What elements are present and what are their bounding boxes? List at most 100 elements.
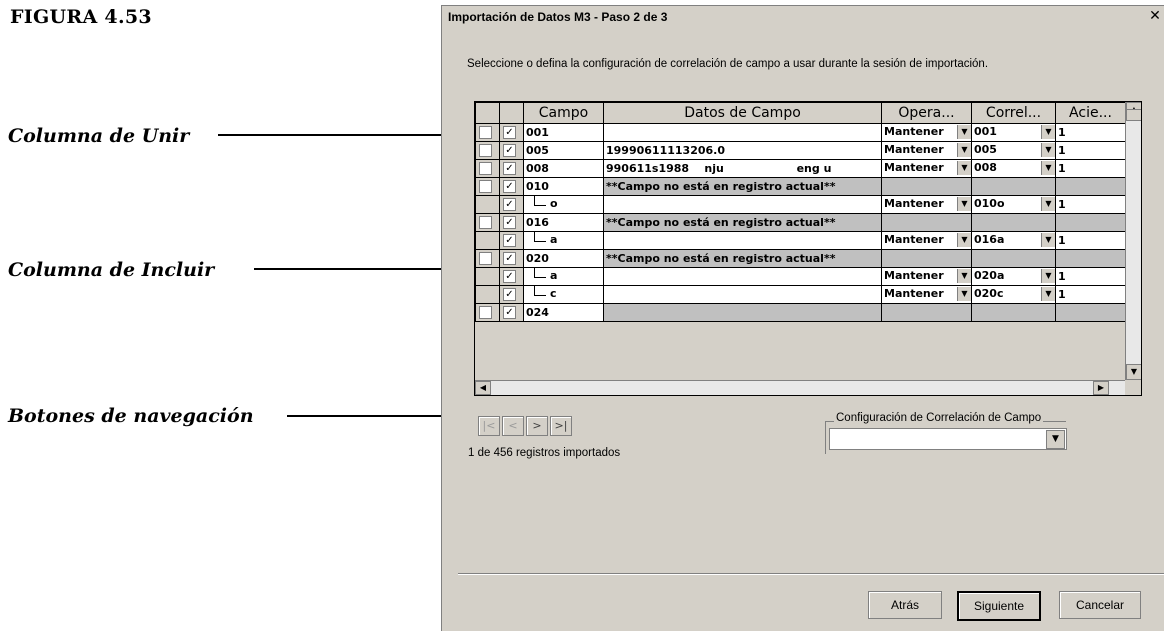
- campo-cell[interactable]: 024: [523, 303, 604, 322]
- campo-cell[interactable]: 001: [523, 123, 604, 142]
- header-incluir[interactable]: [499, 102, 524, 124]
- horizontal-scrollbar[interactable]: ◀ ▶: [475, 380, 1125, 395]
- header-datos[interactable]: Datos de Campo: [603, 102, 882, 124]
- campo-cell[interactable]: o: [523, 195, 604, 214]
- correlacion-cell[interactable]: [971, 249, 1056, 268]
- chevron-down-icon[interactable]: ▼: [957, 161, 971, 175]
- chevron-down-icon[interactable]: ▼: [1041, 269, 1055, 283]
- unir-checkbox[interactable]: [479, 216, 492, 230]
- incluir-checkbox[interactable]: ✓: [503, 180, 516, 194]
- config-select[interactable]: ▼: [829, 428, 1067, 450]
- incluir-checkbox[interactable]: ✓: [503, 126, 516, 140]
- acierto-cell[interactable]: [1055, 177, 1126, 196]
- unir-checkbox[interactable]: [479, 162, 492, 176]
- vertical-scrollbar[interactable]: ▲ ▼: [1125, 102, 1141, 380]
- first-record-button[interactable]: |<: [478, 416, 500, 436]
- unir-checkbox[interactable]: [479, 306, 492, 320]
- unir-checkbox[interactable]: [479, 144, 492, 158]
- chevron-down-icon[interactable]: ▼: [1041, 143, 1055, 157]
- acierto-cell[interactable]: 1: [1055, 231, 1126, 250]
- datos-cell[interactable]: **Campo no está en registro actual**: [603, 213, 882, 232]
- chevron-down-icon[interactable]: ▼: [957, 269, 971, 283]
- chevron-down-icon[interactable]: ▼: [1041, 233, 1055, 247]
- operacion-cell[interactable]: [881, 177, 972, 196]
- datos-cell[interactable]: [603, 285, 882, 304]
- scroll-left-icon[interactable]: ◀: [475, 381, 491, 395]
- incluir-checkbox[interactable]: ✓: [503, 288, 516, 302]
- datos-cell[interactable]: **Campo no está en registro actual**: [603, 177, 882, 196]
- acierto-cell[interactable]: 1: [1055, 159, 1126, 178]
- next-record-button[interactable]: >: [526, 416, 548, 436]
- correlacion-cell[interactable]: 020a ▼: [971, 267, 1056, 286]
- operacion-cell[interactable]: Mantener ▼: [881, 231, 972, 250]
- acierto-cell[interactable]: [1055, 303, 1126, 322]
- incluir-checkbox[interactable]: ✓: [503, 216, 516, 230]
- chevron-down-icon[interactable]: ▼: [957, 197, 971, 211]
- datos-cell[interactable]: [603, 231, 882, 250]
- incluir-checkbox[interactable]: ✓: [503, 144, 516, 158]
- cancel-button[interactable]: Cancelar: [1059, 591, 1141, 619]
- operacion-cell[interactable]: Mantener ▼: [881, 195, 972, 214]
- datos-cell[interactable]: [603, 303, 882, 322]
- acierto-cell[interactable]: 1: [1055, 285, 1126, 304]
- datos-cell[interactable]: [603, 195, 882, 214]
- correlacion-cell[interactable]: [971, 303, 1056, 322]
- header-unir[interactable]: [475, 102, 500, 124]
- acierto-cell[interactable]: 1: [1055, 141, 1126, 160]
- campo-cell[interactable]: c: [523, 285, 604, 304]
- datos-cell[interactable]: [603, 267, 882, 286]
- chevron-down-icon[interactable]: ▼: [1041, 197, 1055, 211]
- correlacion-cell[interactable]: 016a ▼: [971, 231, 1056, 250]
- campo-cell[interactable]: 016: [523, 213, 604, 232]
- scroll-thumb[interactable]: [1126, 109, 1141, 121]
- operacion-cell[interactable]: Mantener ▼: [881, 141, 972, 160]
- scroll-right-icon[interactable]: ▶: [1093, 381, 1109, 395]
- operacion-cell[interactable]: Mantener ▼: [881, 285, 972, 304]
- acierto-cell[interactable]: [1055, 249, 1126, 268]
- header-campo[interactable]: Campo: [523, 102, 604, 124]
- incluir-checkbox[interactable]: ✓: [503, 270, 516, 284]
- campo-cell[interactable]: 010: [523, 177, 604, 196]
- operacion-cell[interactable]: [881, 213, 972, 232]
- incluir-checkbox[interactable]: ✓: [503, 162, 516, 176]
- chevron-down-icon[interactable]: ▼: [1041, 125, 1055, 139]
- chevron-down-icon[interactable]: ▼: [957, 233, 971, 247]
- acierto-cell[interactable]: 1: [1055, 195, 1126, 214]
- unir-checkbox[interactable]: [479, 180, 492, 194]
- header-acierto[interactable]: Acie...: [1055, 102, 1126, 124]
- campo-cell[interactable]: 008: [523, 159, 604, 178]
- acierto-cell[interactable]: [1055, 213, 1126, 232]
- chevron-down-icon[interactable]: ▼: [957, 125, 971, 139]
- scroll-down-icon[interactable]: ▼: [1126, 364, 1141, 380]
- incluir-checkbox[interactable]: ✓: [503, 198, 516, 212]
- unir-checkbox[interactable]: [479, 252, 492, 266]
- correlacion-cell[interactable]: 005 ▼: [971, 141, 1056, 160]
- last-record-button[interactable]: >|: [550, 416, 572, 436]
- chevron-down-icon[interactable]: ▼: [957, 287, 971, 301]
- correlacion-cell[interactable]: 010o ▼: [971, 195, 1056, 214]
- datos-cell[interactable]: **Campo no está en registro actual**: [603, 249, 882, 268]
- operacion-cell[interactable]: [881, 249, 972, 268]
- correlacion-cell[interactable]: 008 ▼: [971, 159, 1056, 178]
- chevron-down-icon[interactable]: ▼: [1041, 287, 1055, 301]
- prev-record-button[interactable]: <: [502, 416, 524, 436]
- next-button[interactable]: Siguiente: [957, 591, 1041, 621]
- acierto-cell[interactable]: 1: [1055, 123, 1126, 142]
- chevron-down-icon[interactable]: ▼: [1046, 430, 1065, 449]
- incluir-checkbox[interactable]: ✓: [503, 234, 516, 248]
- chevron-down-icon[interactable]: ▼: [1041, 161, 1055, 175]
- acierto-cell[interactable]: 1: [1055, 267, 1126, 286]
- campo-cell[interactable]: a: [523, 267, 604, 286]
- datos-cell[interactable]: 990611s1988 nju eng u: [603, 159, 882, 178]
- correlacion-cell[interactable]: [971, 213, 1056, 232]
- unir-checkbox[interactable]: [479, 126, 492, 140]
- chevron-down-icon[interactable]: ▼: [957, 143, 971, 157]
- header-operacion[interactable]: Opera...: [881, 102, 972, 124]
- header-correlacion[interactable]: Correl...: [971, 102, 1056, 124]
- back-button[interactable]: Atrás: [868, 591, 942, 619]
- datos-cell[interactable]: [603, 123, 882, 142]
- operacion-cell[interactable]: Mantener ▼: [881, 123, 972, 142]
- datos-cell[interactable]: 19990611113206.0: [603, 141, 882, 160]
- operacion-cell[interactable]: [881, 303, 972, 322]
- campo-cell[interactable]: a: [523, 231, 604, 250]
